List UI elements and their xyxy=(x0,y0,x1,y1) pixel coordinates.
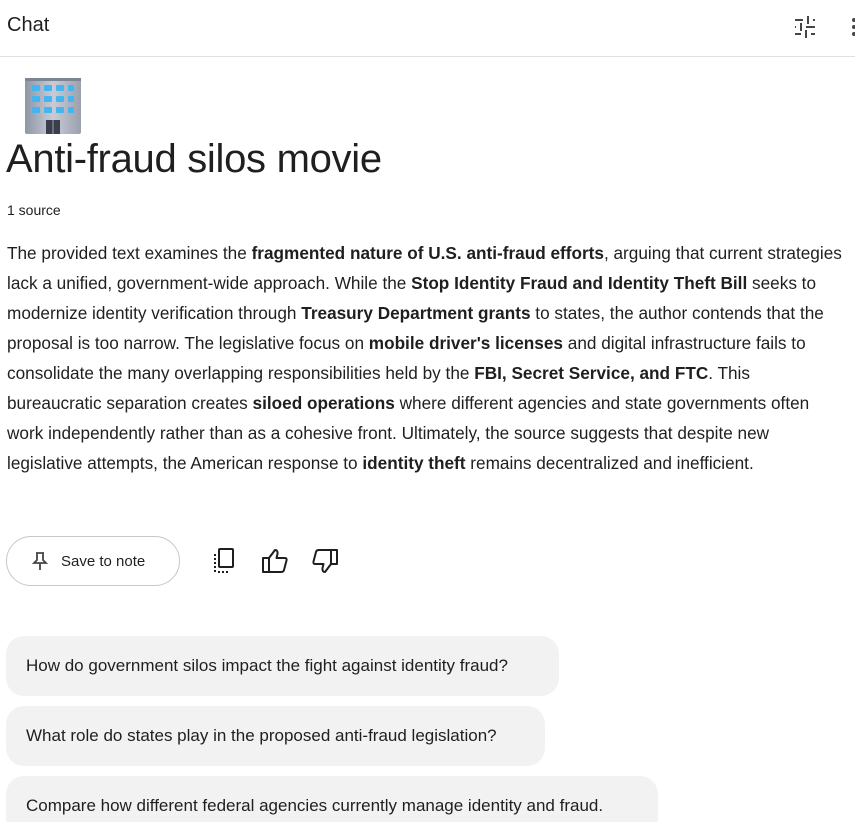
suggested-question[interactable]: How do government silos impact the fight… xyxy=(6,636,559,696)
summary-bold-segment: Treasury Department grants xyxy=(301,303,531,323)
summary-text: The provided text examines the fragmente… xyxy=(7,238,847,478)
summary-segment: The provided text examines the xyxy=(7,243,252,263)
thumbs-down-icon[interactable] xyxy=(310,546,340,576)
source-count: 1 source xyxy=(7,202,61,218)
save-to-note-label: Save to note xyxy=(61,552,146,570)
save-to-note-button[interactable]: Save to note xyxy=(6,536,180,586)
suggested-question-text: What role do states play in the proposed… xyxy=(26,726,497,745)
pin-icon xyxy=(31,551,49,571)
summary-segment: remains decentralized and inefficient. xyxy=(465,453,754,473)
notebook-title: Anti-fraud silos movie xyxy=(6,137,382,181)
copy-icon[interactable] xyxy=(210,546,240,576)
summary-bold-segment: mobile driver's licenses xyxy=(368,333,563,353)
summary-bold-segment: fragmented nature of U.S. anti-fraud eff… xyxy=(251,243,604,263)
summary-bold-segment: siloed operations xyxy=(252,393,395,413)
summary-bold-segment: FBI, Secret Service, and FTC xyxy=(474,363,709,383)
thumbs-up-icon[interactable] xyxy=(260,546,290,576)
tune-icon[interactable] xyxy=(792,14,818,40)
summary-bold-segment: identity theft xyxy=(362,453,466,473)
office-building-emoji xyxy=(22,76,84,134)
summary-bold-segment: Stop Identity Fraud and Identity Theft B… xyxy=(411,273,748,293)
chat-title: Chat xyxy=(7,14,50,36)
suggested-question-text: Compare how different federal agencies c… xyxy=(26,796,604,815)
chat-header: Chat xyxy=(0,0,855,57)
suggested-question[interactable]: Compare how different federal agencies c… xyxy=(6,776,658,822)
suggested-question[interactable]: What role do states play in the proposed… xyxy=(6,706,545,766)
suggested-question-text: How do government silos impact the fight… xyxy=(26,656,508,675)
more-vert-icon[interactable] xyxy=(846,14,855,40)
